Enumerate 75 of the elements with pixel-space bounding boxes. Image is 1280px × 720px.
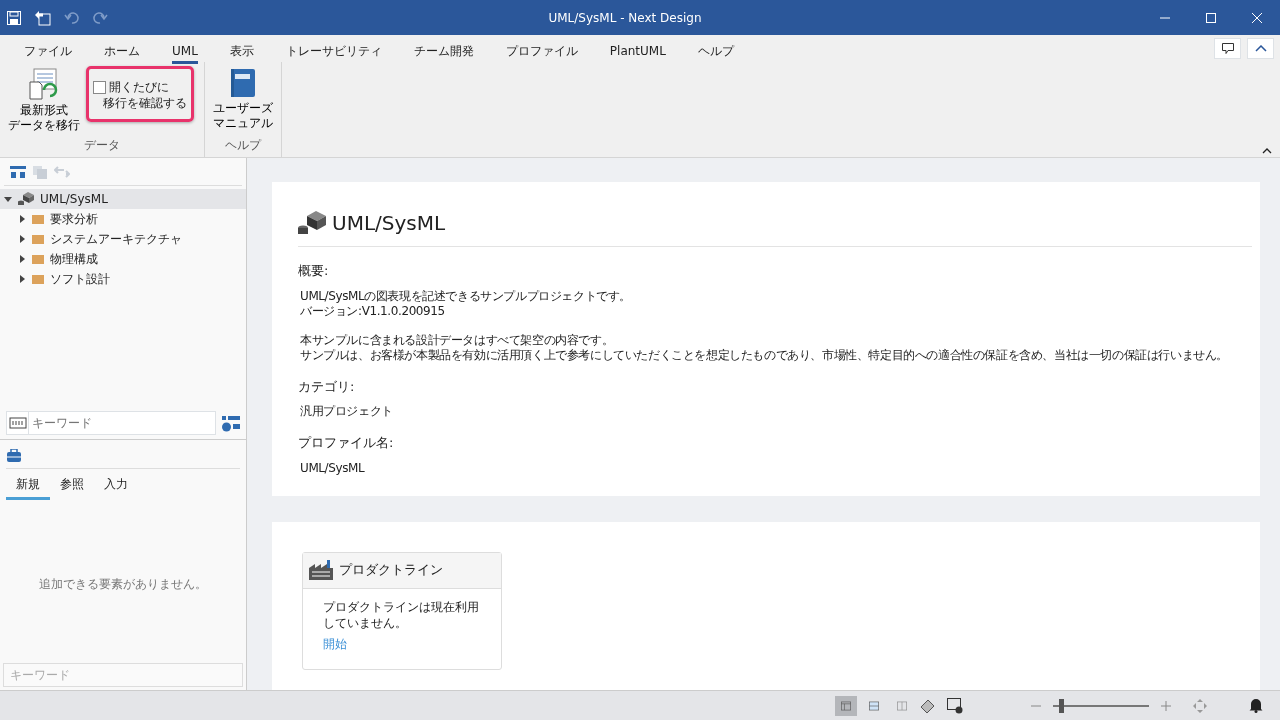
undo-icon[interactable] [64,9,80,26]
empty-message: 追加できる要素がありません。 [38,576,208,593]
window-settings-icon[interactable] [947,697,963,714]
tree-item[interactable]: ソフト設計 [0,269,246,289]
ribbon-tab[interactable]: ヘルプ [681,35,750,62]
factory-icon [309,560,333,580]
section-heading: 概要: [298,262,330,280]
collapsed-arrow-icon[interactable] [18,255,26,263]
window-title: UML/SysML - Next Design [547,9,703,27]
description-text: UML/SysMLの図表現を記述できるサンプルプロジェクトです。 [300,288,633,304]
collapsed-arrow-icon[interactable] [18,275,26,283]
collapsed-arrow-icon[interactable] [18,235,26,243]
ribbon-tab[interactable]: 表示 [213,35,270,62]
package-icon [18,192,34,206]
toolbox-tab[interactable]: 参照 [50,475,94,500]
tree-item-label[interactable]: 要求分析 [50,210,98,228]
ribbon-tab[interactable]: チーム開発 [397,35,490,62]
maximize-icon[interactable] [1205,11,1217,24]
properties-icon[interactable] [222,414,240,432]
slider-thumb[interactable] [1058,698,1064,713]
toolbox-icon[interactable] [6,448,22,463]
tree-item[interactable]: UML/SysML [0,189,246,209]
keyword-search-field[interactable]: キーワード [3,663,243,687]
user-manual-button[interactable]: ユーザーズ マニュアル [211,66,275,133]
toolbox-tab[interactable]: 新規 [6,475,50,500]
redo-icon[interactable] [92,9,108,26]
close-icon[interactable] [1251,11,1263,24]
tree-item[interactable]: 要求分析 [0,209,246,229]
section-heading: プロファイル名: [298,434,395,452]
project-title: UML/SysML [332,210,446,237]
description-text: サンプルは、お客様が本製品を有効に活用頂く上で参考にしていただくことを想定したものであり、市場性、特定目的への適合性の保証を含め、当社は一切の保証は行いません。 [300,347,1229,363]
product-line-title: プロダクトライン [339,561,443,580]
collapse-ribbon-icon[interactable] [1262,148,1272,154]
ribbon-tab[interactable]: プロファイル [489,35,594,62]
tree-item-label[interactable]: 物理構成 [50,250,98,268]
migration-confirm-checkbox[interactable]: 開くたびに 移行を確認する [93,79,187,111]
text-field-icon[interactable] [8,417,27,429]
collapse-up-icon[interactable] [1254,45,1267,52]
product-line-message: プロダクトラインは現在利用していません。 [323,598,480,631]
folder-icon [32,254,44,264]
section-heading: カテゴリ: [298,377,356,396]
ribbon-tab[interactable]: ファイル [8,35,88,62]
document-refresh-icon [29,68,59,100]
description-text: バージョン:V1.1.0.200915 [300,303,446,319]
description-text: 本サンプルに含まれる設計データはすべて架空の内容です。 [300,332,615,348]
keyword-search-field[interactable]: キーワード [29,411,216,435]
document-transfer-icon[interactable] [34,9,52,26]
folder-icon [32,214,44,224]
expanded-arrow-icon[interactable] [4,195,12,203]
collapsed-arrow-icon[interactable] [18,215,26,223]
tree-item-label[interactable]: UML/SysML [40,190,108,208]
ribbon-tab[interactable]: トレーサビリティ [269,35,398,62]
package-icon [298,210,326,236]
toolbox-tab[interactable]: 入力 [94,475,138,500]
split-horizontal-layout-icon[interactable] [869,698,879,713]
tree-item-label[interactable]: ソフト設計 [50,270,110,288]
start-link[interactable]: 開始 [323,634,347,653]
ribbon-group-label: データ [83,137,121,154]
hierarchy-icon[interactable] [10,165,26,178]
description-text: UML/SysML [300,460,366,476]
description-text: 汎用プロジェクト [300,404,394,419]
book-icon [230,68,256,98]
bell-icon[interactable] [1249,698,1263,713]
tree-item-label[interactable]: システムアーキテクチャ [50,230,182,248]
save-icon[interactable] [6,9,22,26]
ribbon-tab[interactable]: PlantUML [593,35,682,62]
migrate-data-button[interactable]: 最新形式 データを移行 [6,66,82,135]
speech-bubble-icon[interactable] [1220,42,1235,55]
ribbon-tab[interactable]: ホーム [88,35,156,62]
folder-icon [32,234,44,244]
tree-item[interactable]: システムアーキテクチャ [0,229,246,249]
ribbon-group-label: ヘルプ [224,137,263,154]
tree-item[interactable]: 物理構成 [0,249,246,269]
ribbon-tab[interactable]: UML [156,35,214,62]
folder-icon [32,274,44,284]
